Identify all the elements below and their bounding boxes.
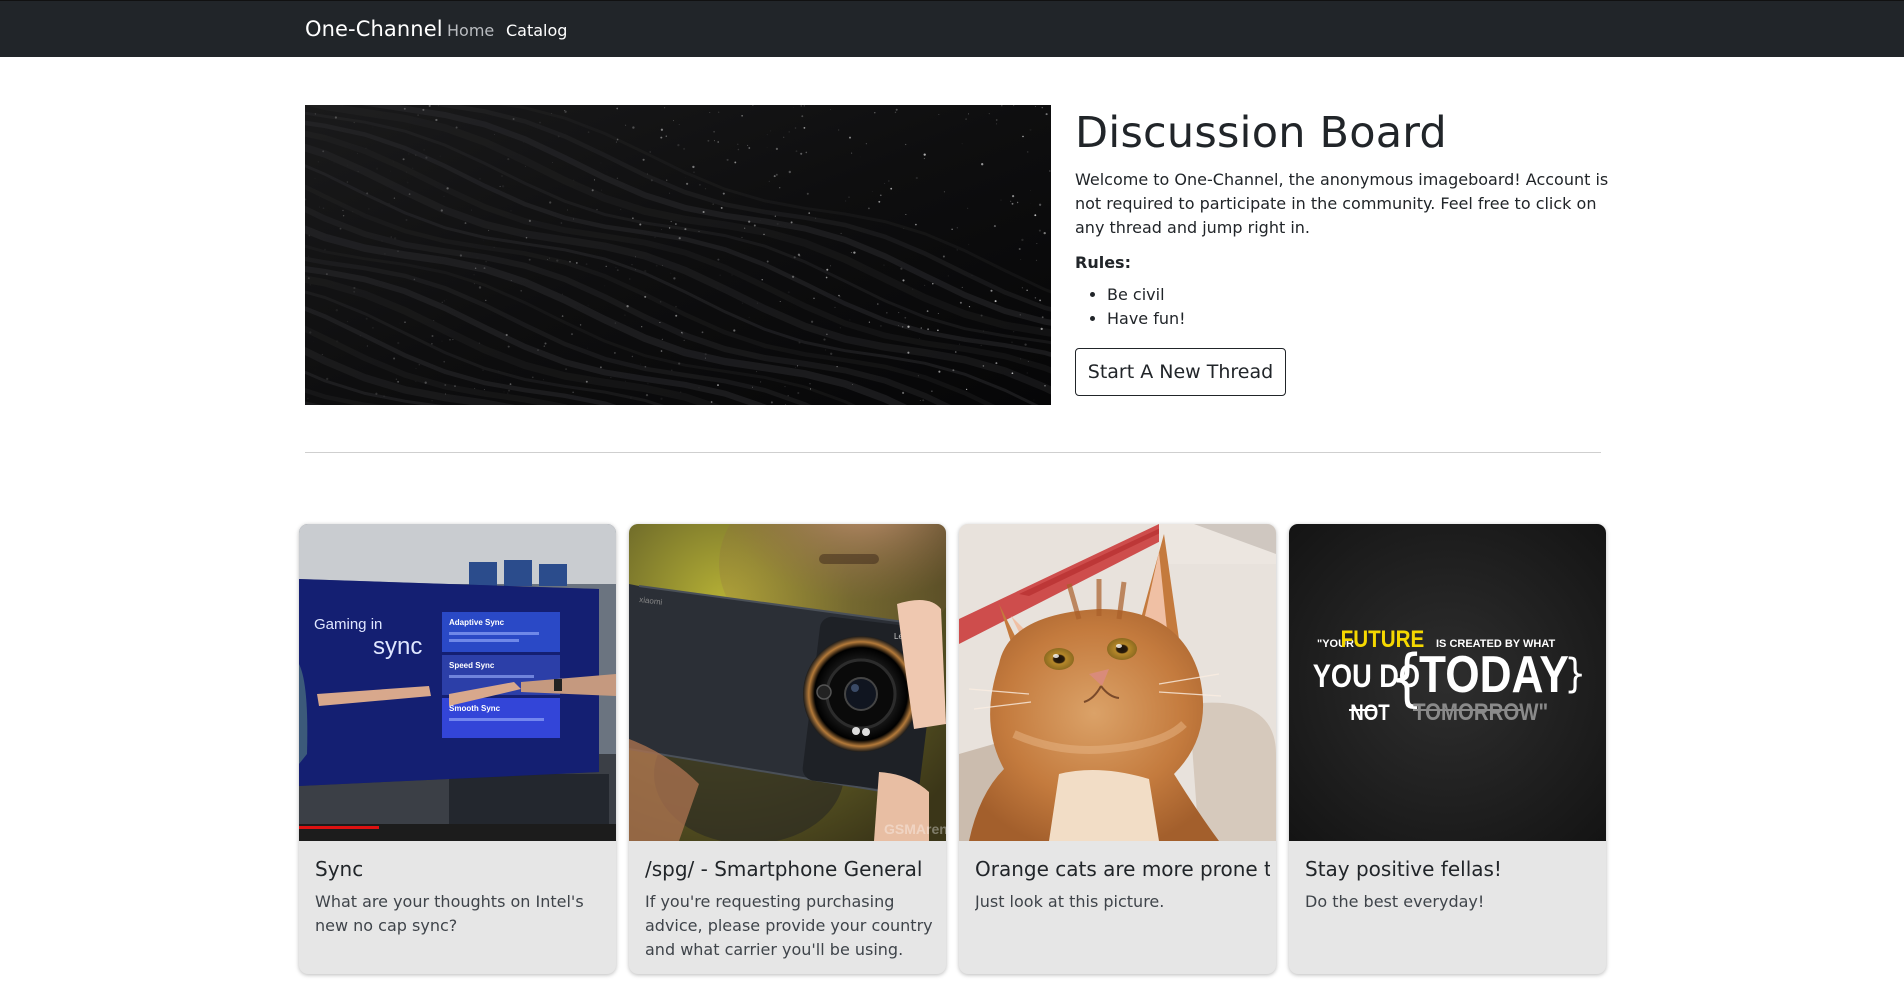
thread-card[interactable]: Gaming in sync Adaptive Sync Speed Sync … [299, 524, 616, 974]
thread-title: /spg/ - Smartphone General [645, 857, 923, 881]
thread-thumbnail: "YOUR FUTURE IS CREATED BY WHAT YOU DO {… [1289, 524, 1606, 841]
nav-link-home[interactable]: Home [447, 21, 494, 40]
thread-title: Sync [315, 857, 364, 881]
slide-panel-label: Smooth Sync [449, 704, 501, 713]
section-divider [305, 452, 1601, 453]
thread-card[interactable]: Leica xiaomi GSMArena /spg/ - Smartphone… [629, 524, 946, 974]
rules-list: Be civil Have fun! [1075, 283, 1186, 331]
quote-brace: } [1564, 650, 1586, 696]
rules-heading: Rules: [1075, 253, 1131, 272]
slide-panel-label: Speed Sync [449, 661, 495, 670]
thread-card[interactable]: "YOUR FUTURE IS CREATED BY WHAT YOU DO {… [1289, 524, 1606, 974]
slide-heading-large: sync [373, 633, 422, 660]
thread-thumbnail: Gaming in sync Adaptive Sync Speed Sync … [299, 524, 616, 841]
thread-excerpt: Just look at this picture. [975, 892, 1165, 911]
rule-item: Be civil [1107, 283, 1186, 307]
thread-card[interactable]: Orange cats are more prone to Just look … [959, 524, 1276, 974]
rule-item: Have fun! [1107, 307, 1186, 331]
quote-text: NOT [1350, 702, 1390, 726]
thread-thumbnail [959, 524, 1276, 841]
thread-excerpt: If you're requesting purchasing advice, … [645, 892, 933, 959]
thread-thumbnail: Leica xiaomi GSMArena [629, 524, 946, 841]
quote-emphasis: TODAY [1419, 646, 1569, 704]
top-navbar: One-Channel Home Catalog [0, 0, 1904, 57]
brand-link[interactable]: One-Channel [305, 17, 443, 41]
nav-link-catalog[interactable]: Catalog [506, 21, 567, 40]
photo-watermark: GSMArena [884, 821, 946, 837]
thread-excerpt: What are your thoughts on Intel's new no… [315, 892, 584, 935]
slide-panel-label: Adaptive Sync [449, 618, 505, 627]
slide-heading-small: Gaming in [314, 616, 382, 633]
thread-title: Orange cats are more prone to [975, 857, 1270, 881]
welcome-text: Welcome to One-Channel, the anonymous im… [1075, 170, 1609, 237]
page-title: Discussion Board [1075, 108, 1447, 158]
hero-banner-image [305, 105, 1051, 405]
thread-title: Stay positive fellas! [1305, 857, 1502, 881]
thread-excerpt: Do the best everyday! [1305, 892, 1485, 911]
start-new-thread-button[interactable]: Start A New Thread [1075, 348, 1286, 396]
quote-strikethrough: TOMORROW" [1413, 698, 1548, 725]
